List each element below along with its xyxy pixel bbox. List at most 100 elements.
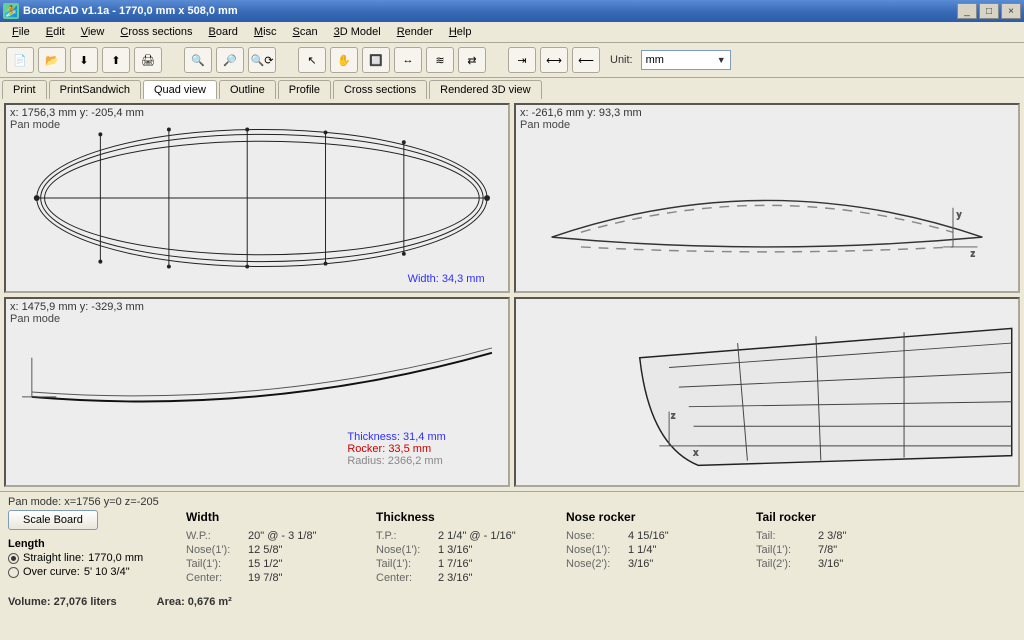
menu-cross-sections[interactable]: Cross sections	[112, 24, 200, 40]
dim-c-icon[interactable]: ⟵	[572, 47, 600, 73]
k: Tail:	[756, 530, 812, 542]
pointer-icon[interactable]: ↖	[298, 47, 326, 73]
tail-rocker-heading: Tail rocker	[756, 510, 918, 524]
v: 15 1/2"	[248, 558, 348, 570]
k: Center:	[186, 572, 242, 584]
menu-scan[interactable]: Scan	[285, 24, 326, 40]
unit-select[interactable]: mm ▼	[641, 50, 731, 70]
save-up-icon[interactable]: ⬆	[102, 47, 130, 73]
v: 1 1/4"	[628, 544, 728, 556]
open-icon[interactable]: 📂	[38, 47, 66, 73]
overcurve-label: Over curve:	[23, 566, 80, 578]
menu-help[interactable]: Help	[441, 24, 480, 40]
toolbar: 📄 📂 ⬇ ⬆ 🖨 🔍 🔎 🔍⟳ ↖ ✋ 🔲 ↔ ≋ ⇄ ⇥ ⟷ ⟵ Unit:…	[0, 43, 1024, 78]
radio-overcurve[interactable]	[8, 567, 19, 578]
dim-b-icon[interactable]: ⟷	[540, 47, 568, 73]
pane-mode: Pan mode	[10, 119, 144, 131]
chevron-down-icon: ▼	[717, 55, 726, 65]
pane-mode: Pan mode	[10, 313, 144, 325]
v: 7/8"	[818, 544, 918, 556]
outline-pane[interactable]: x: 1756,3 mm y: -205,4 mm Pan mode	[4, 103, 510, 293]
select-icon[interactable]: ↔	[394, 47, 422, 73]
tabstrip: Print PrintSandwich Quad view Outline Pr…	[0, 78, 1024, 99]
unit-value: mm	[646, 54, 664, 66]
v: 3/16"	[818, 558, 918, 570]
v: 2 3/16"	[438, 572, 538, 584]
tab-profile[interactable]: Profile	[278, 80, 331, 99]
titlebar: 🏄 BoardCAD v1.1a - 1770,0 mm x 508,0 mm …	[0, 0, 1024, 22]
tab-printsandwich[interactable]: PrintSandwich	[49, 80, 141, 99]
k: Tail(1'):	[376, 558, 432, 570]
menu-render[interactable]: Render	[389, 24, 441, 40]
window-title: BoardCAD v1.1a - 1770,0 mm x 508,0 mm	[23, 5, 238, 17]
menu-3d-model[interactable]: 3D Model	[326, 24, 389, 40]
radio-straight[interactable]	[8, 553, 19, 564]
scale-board-button[interactable]: Scale Board	[8, 510, 98, 530]
v: 3/16"	[628, 558, 728, 570]
rocker-pane[interactable]: x: 1475,9 mm y: -329,3 mm Pan mode Thick…	[4, 297, 510, 487]
minimize-button[interactable]: _	[957, 3, 977, 19]
k: Nose(2'):	[566, 558, 622, 570]
pane-coords: x: 1756,3 mm y: -205,4 mm	[10, 107, 144, 119]
thickness-heading: Thickness	[376, 510, 538, 524]
menu-view[interactable]: View	[73, 24, 113, 40]
print-icon[interactable]: 🖨	[134, 47, 162, 73]
tab-quad-view[interactable]: Quad view	[143, 80, 217, 99]
menu-file[interactable]: File	[4, 24, 38, 40]
tab-print[interactable]: Print	[2, 80, 47, 99]
nose-rocker-section: Nose rocker Nose:4 15/16" Nose(1'):1 1/4…	[566, 510, 728, 572]
k: W.P.:	[186, 530, 242, 542]
tab-outline[interactable]: Outline	[219, 80, 276, 99]
k: Tail(2'):	[756, 558, 812, 570]
pane-coords: x: -261,6 mm y: 93,3 mm	[520, 107, 642, 119]
menu-edit[interactable]: Edit	[38, 24, 73, 40]
k: Nose(1'):	[376, 544, 432, 556]
rocker-readout: Rocker: 33,5 mm	[347, 443, 445, 455]
v: 2 1/4" @ - 1/16"	[438, 530, 538, 542]
unit-label: Unit:	[610, 54, 633, 66]
v: 2 3/8"	[818, 530, 918, 542]
nose-rocker-heading: Nose rocker	[566, 510, 728, 524]
v: 19 7/8"	[248, 572, 348, 584]
thickness-readout: Thickness: 31,4 mm	[347, 431, 445, 443]
svg-text:z: z	[671, 410, 675, 420]
zoom-box-icon[interactable]: 🔲	[362, 47, 390, 73]
overcurve-value: 5' 10 3/4"	[84, 566, 130, 578]
area-readout: Area: 0,676 m²	[157, 596, 232, 608]
menu-board[interactable]: Board	[201, 24, 246, 40]
radius-readout: Radius: 2366,2 mm	[347, 455, 445, 467]
profile-pane[interactable]: x: -261,6 mm y: 93,3 mm Pan mode y z	[514, 103, 1020, 293]
tab-rendered-3d[interactable]: Rendered 3D view	[429, 80, 542, 99]
3d-pane[interactable]: z x	[514, 297, 1020, 487]
cross-section-icon[interactable]: ≋	[426, 47, 454, 73]
dim-a-icon[interactable]: ⇥	[508, 47, 536, 73]
zoom-in-icon[interactable]: 🔍	[184, 47, 212, 73]
new-icon[interactable]: 📄	[6, 47, 34, 73]
k: Nose(1'):	[186, 544, 242, 556]
k: T.P.:	[376, 530, 432, 542]
zoom-reset-icon[interactable]: 🔍⟳	[248, 47, 276, 73]
straight-label: Straight line:	[23, 552, 84, 564]
straight-value: 1770,0 mm	[88, 552, 143, 564]
pane-mode: Pan mode	[520, 119, 642, 131]
width-readout: Width: 34,3 mm	[408, 273, 485, 285]
pan-hand-icon[interactable]: ✋	[330, 47, 358, 73]
svg-text:y: y	[957, 210, 962, 220]
volume-readout: Volume: 27,076 liters	[8, 596, 117, 608]
close-button[interactable]: ×	[1001, 3, 1021, 19]
v: 20" @ - 3 1/8"	[248, 530, 348, 542]
k: Tail(1'):	[756, 544, 812, 556]
k: Nose:	[566, 530, 622, 542]
maximize-button[interactable]: □	[979, 3, 999, 19]
pan-status: Pan mode: x=1756 y=0 z=-205	[8, 496, 1016, 508]
mirror-icon[interactable]: ⇄	[458, 47, 486, 73]
zoom-out-icon[interactable]: 🔎	[216, 47, 244, 73]
width-section: Width W.P.:20" @ - 3 1/8" Nose(1'):12 5/…	[186, 510, 348, 586]
k: Nose(1'):	[566, 544, 622, 556]
svg-text:z: z	[971, 249, 975, 259]
menu-misc[interactable]: Misc	[246, 24, 285, 40]
save-down-icon[interactable]: ⬇	[70, 47, 98, 73]
tab-cross-sections[interactable]: Cross sections	[333, 80, 427, 99]
pane-coords: x: 1475,9 mm y: -329,3 mm	[10, 301, 144, 313]
data-panel: Pan mode: x=1756 y=0 z=-205 Scale Board …	[0, 491, 1024, 640]
